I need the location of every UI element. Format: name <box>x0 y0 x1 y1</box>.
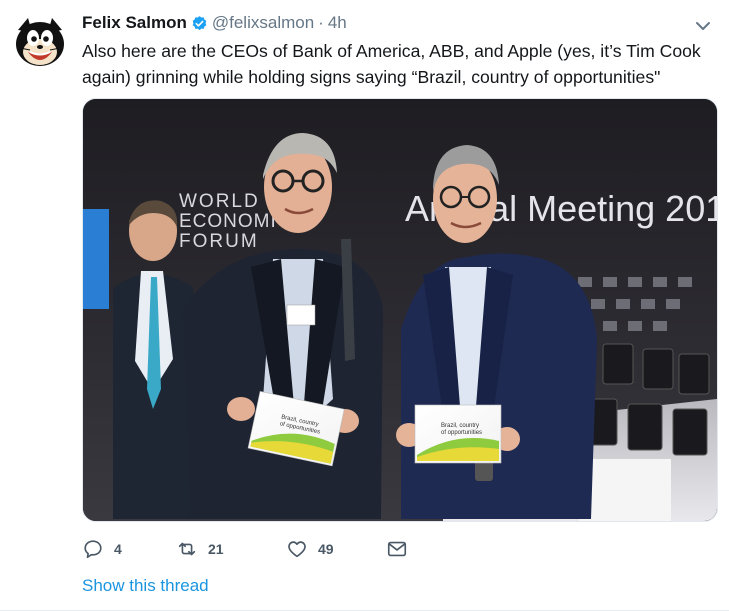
photo-scene: WORLD ECONOMIC FORUM Annual Meeting 2019 <box>83 99 717 521</box>
author-name[interactable]: Felix Salmon <box>82 13 187 33</box>
separator-dot: · <box>318 13 324 32</box>
tweet: Felix Salmon @felixsalmon · 4h Also here… <box>0 0 729 611</box>
direct-message-button[interactable] <box>386 538 408 560</box>
retweet-icon <box>178 542 196 556</box>
retweet-count: 21 <box>208 541 224 557</box>
reply-icon <box>84 540 102 559</box>
reply-button[interactable]: 4 <box>82 538 176 560</box>
retweet-button[interactable]: 21 <box>176 538 286 560</box>
heart-icon <box>288 541 306 558</box>
verified-badge-icon <box>192 15 207 30</box>
chevron-down-icon[interactable] <box>693 16 713 36</box>
show-thread-link[interactable]: Show this thread <box>82 576 209 596</box>
author-handle[interactable]: @felixsalmon <box>212 13 314 33</box>
sign-right-line2: of opportunities <box>441 430 482 436</box>
tweet-actions: 4 21 49 <box>82 534 408 564</box>
tweet-text: Also here are the CEOs of Bank of Americ… <box>82 41 701 87</box>
envelope-icon <box>387 541 407 557</box>
backdrop-wef-line3: FORUM <box>179 231 259 252</box>
tweet-header: Felix Salmon @felixsalmon · 4h <box>82 12 347 34</box>
like-button[interactable]: 49 <box>286 538 386 560</box>
backdrop-wef-line1: WORLD <box>179 191 260 212</box>
felix-cat-avatar-icon <box>10 14 70 74</box>
timestamp[interactable]: 4h <box>328 13 347 33</box>
sign-right-line1: Brazil, country <box>441 423 479 429</box>
tweet-photo[interactable]: WORLD ECONOMIC FORUM Annual Meeting 2019 <box>82 98 718 522</box>
avatar[interactable] <box>10 14 70 74</box>
reply-count: 4 <box>114 541 122 557</box>
like-count: 49 <box>318 541 334 557</box>
